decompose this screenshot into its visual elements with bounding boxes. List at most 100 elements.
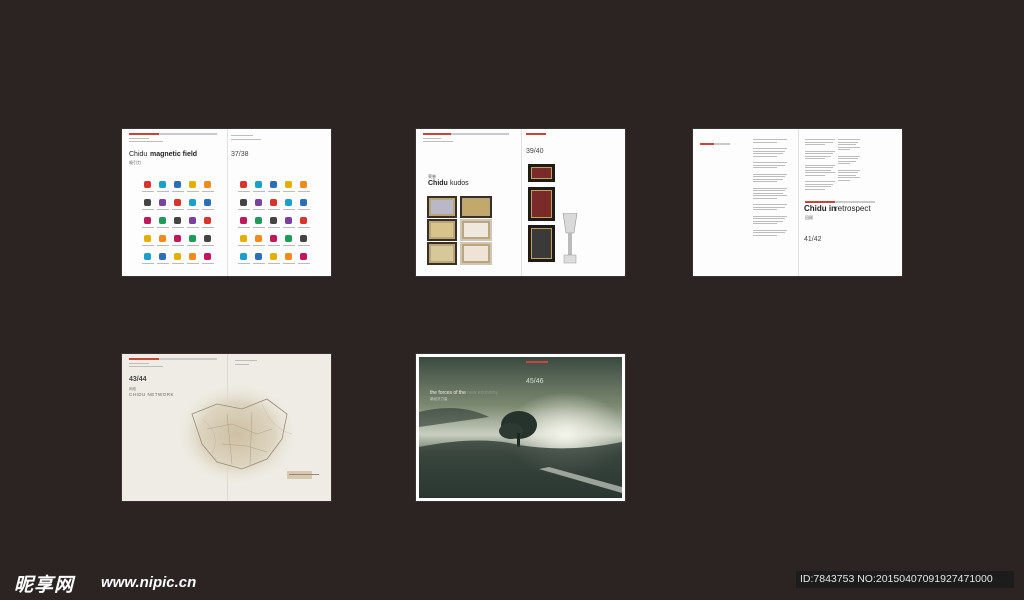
body-text-line: [805, 155, 831, 157]
body-text-line: [805, 181, 835, 182]
body-text-line: [753, 181, 777, 182]
body-text-line: [753, 215, 787, 217]
body-text-line: [838, 169, 860, 171]
client-logo-icon: [255, 181, 262, 188]
body-text-line: [805, 164, 835, 166]
client-logo-caption: [187, 245, 199, 246]
spread-fold: [520, 129, 522, 276]
client-logo-icon: [159, 235, 166, 242]
body-text-line: [838, 139, 860, 140]
client-logo-caption: [298, 209, 310, 210]
client-logo-icon: [285, 217, 292, 224]
client-logo-icon: [189, 253, 196, 260]
header-rule: [159, 358, 217, 360]
body-text-line: [805, 139, 835, 140]
client-logo-caption: [283, 263, 295, 264]
header-text: [129, 366, 163, 367]
spread-title: CHIDU NETWORK: [129, 392, 174, 397]
body-text-line: [838, 160, 856, 162]
client-logo-caption: [238, 263, 250, 264]
client-logo-icon: [174, 235, 181, 242]
client-logo-caption: [268, 245, 280, 246]
client-logo-icon: [159, 181, 166, 188]
body-text-line: [753, 209, 777, 210]
map-caption: [289, 474, 319, 475]
client-logo-icon: [189, 199, 196, 206]
client-logo-icon: [159, 253, 166, 260]
client-logo-icon: [255, 199, 262, 206]
certificate-image: [460, 242, 492, 265]
spread-title: the forces of the new economy: [430, 390, 498, 396]
body-text-line: [805, 183, 833, 185]
client-logo-icon: [285, 235, 292, 242]
client-logo-caption: [157, 263, 169, 264]
header-text: [235, 360, 257, 361]
client-logo-icon: [159, 199, 166, 206]
client-logo-caption: [283, 209, 295, 210]
award-plaque: [528, 164, 555, 182]
client-logo-caption: [142, 245, 154, 246]
header-accent-bar: [129, 133, 159, 135]
client-logo-caption: [172, 263, 184, 264]
client-logo-caption: [202, 227, 214, 228]
certificate-image: [427, 242, 457, 265]
client-logo-icon: [189, 217, 196, 224]
body-text-line: [838, 177, 860, 178]
spread-network-map[interactable]: 43/44 CHIDU NETWORK 网络: [122, 354, 331, 501]
body-text-line: [838, 146, 860, 148]
body-text-line: [753, 204, 787, 205]
client-logo-icon: [300, 253, 307, 260]
spread-subtitle: 网络: [129, 387, 136, 391]
body-text-line: [753, 218, 785, 219]
client-logo-caption: [172, 245, 184, 246]
body-text-line: [753, 229, 787, 231]
client-logo-caption: [268, 209, 280, 210]
spread-new-economy[interactable]: the forces of the new economy 新经济力量 45/4…: [416, 354, 625, 501]
site-url[interactable]: www.nipic.cn: [101, 574, 196, 591]
body-text-line: [753, 223, 777, 224]
body-text-line: [753, 192, 783, 194]
body-text-line: [838, 179, 850, 181]
client-logo-icon: [159, 217, 166, 224]
china-map-image: [175, 382, 312, 486]
client-logo-icon: [300, 199, 307, 206]
client-logo-icon: [270, 253, 277, 260]
client-logo-icon: [285, 253, 292, 260]
client-logo-caption: [283, 227, 295, 228]
body-text-line: [805, 150, 835, 152]
client-logo-caption: [142, 191, 154, 192]
client-logo-caption: [187, 191, 199, 192]
header-accent-bar: [526, 133, 546, 135]
header-rule: [451, 133, 509, 135]
body-text-line: [753, 164, 785, 166]
client-logo-caption: [172, 191, 184, 192]
header-text: [231, 139, 261, 140]
spread-magnetic-field[interactable]: Chidu magnetic field 吸引力 37/38: [122, 129, 331, 276]
header-text: [423, 138, 441, 139]
body-text-line: [753, 220, 783, 222]
client-logo-caption: [253, 227, 265, 228]
trophy-image: [562, 213, 578, 264]
client-logo-caption: [268, 227, 280, 228]
client-logo-caption: [238, 227, 250, 228]
client-logo-caption: [172, 227, 184, 228]
title-faded-text: new economy: [467, 390, 499, 396]
body-text-line: [838, 174, 856, 176]
award-plaque: [528, 225, 555, 262]
spread-subtitle: 回顾: [805, 215, 813, 220]
client-logo-icon: [270, 217, 277, 224]
award-plaque: [528, 187, 555, 221]
body-text-line: [753, 234, 777, 236]
page-number: 43/44: [129, 376, 147, 383]
body-text-line: [838, 141, 858, 143]
client-logo-icon: [174, 253, 181, 260]
client-logo-icon: [204, 181, 211, 188]
spread-kudos[interactable]: 39/40 荣誉 Chidu kudos: [416, 129, 625, 276]
client-logo-caption: [187, 263, 199, 264]
client-logo-icon: [300, 181, 307, 188]
body-text-line: [838, 149, 850, 150]
spread-retrospect[interactable]: Chidu in retrospect 回顾 41/42: [693, 129, 902, 276]
body-text-line: [753, 155, 777, 157]
page-number: 39/40: [526, 148, 544, 155]
client-logo-caption: [283, 191, 295, 192]
